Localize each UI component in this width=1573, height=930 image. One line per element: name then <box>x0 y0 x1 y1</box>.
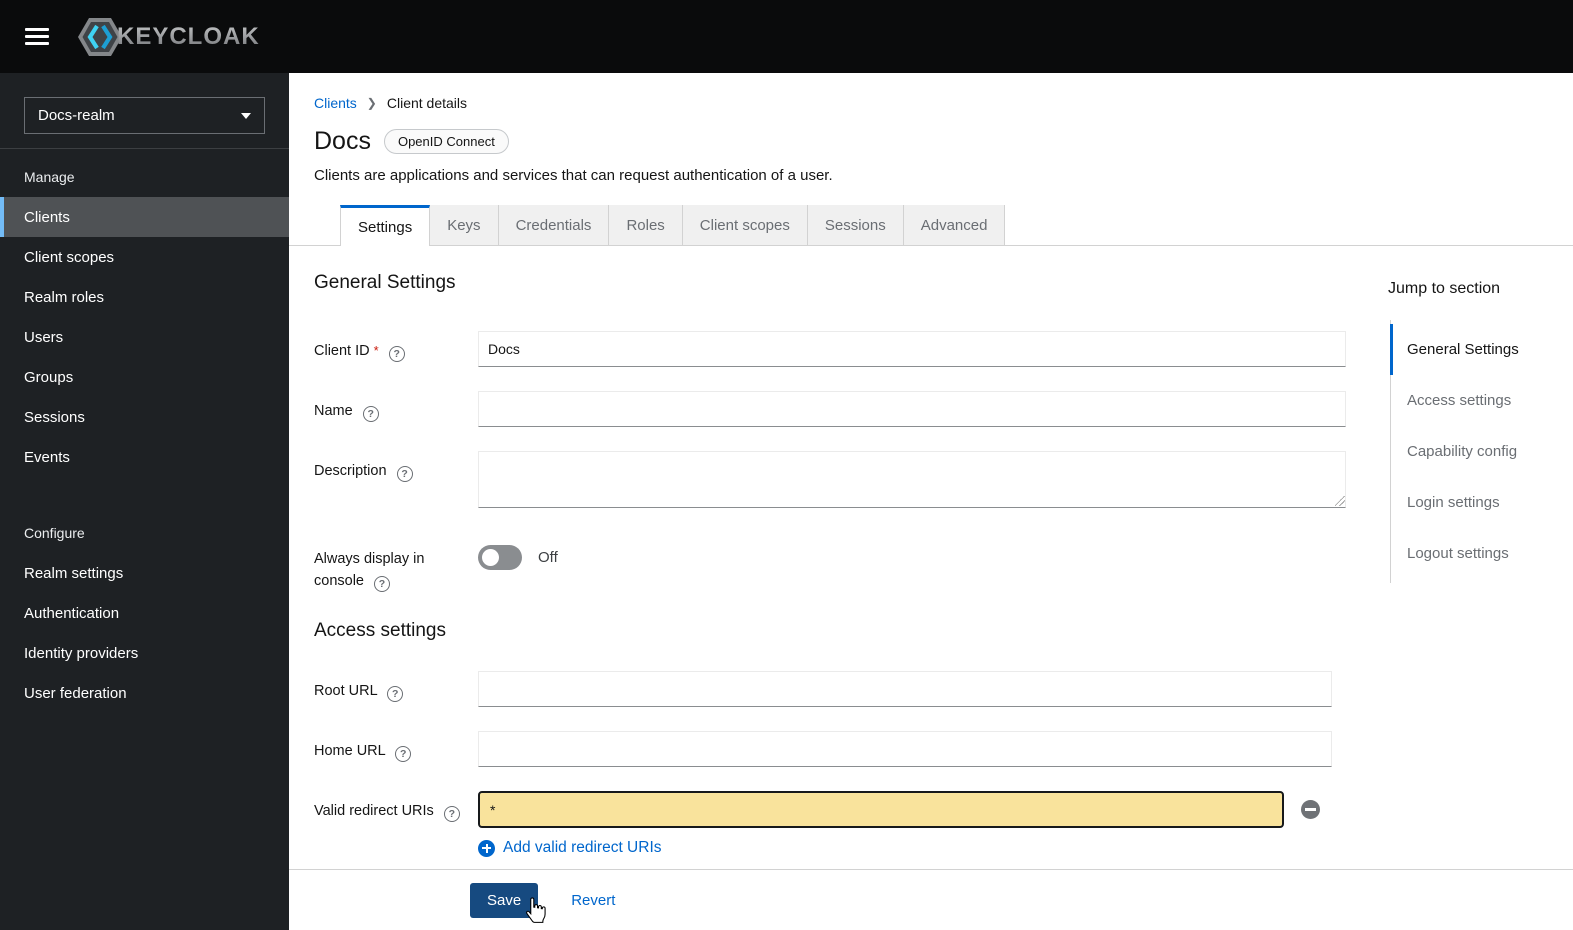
always-display-row: Always display in console ? Off <box>314 539 1354 592</box>
jump-item-logout-settings[interactable]: Logout settings <box>1391 528 1548 579</box>
breadcrumb-current: Client details <box>386 95 468 111</box>
breadcrumb-separator-icon: ❯ <box>366 96 377 110</box>
client-id-label: Client ID * ? <box>314 331 478 367</box>
sidebar-item-groups[interactable]: Groups <box>0 357 289 397</box>
sidebar-item-identity-providers[interactable]: Identity providers <box>0 633 289 673</box>
sidebar-item-client-scopes[interactable]: Client scopes <box>0 237 289 277</box>
tab-sessions[interactable]: Sessions <box>807 205 904 246</box>
brand-text: KEYCLOAK <box>117 22 260 50</box>
nav-section-configure: Configure <box>24 525 85 541</box>
remove-redirect-uri-icon[interactable] <box>1301 800 1320 819</box>
jump-item-general-settings[interactable]: General Settings <box>1390 324 1548 375</box>
home-url-row: Home URL ? <box>314 731 1354 767</box>
tab-bar-left-fill <box>289 205 340 246</box>
name-row: Name ? <box>314 391 1354 427</box>
sidebar-item-realm-roles[interactable]: Realm roles <box>0 277 289 317</box>
tab-bar-right-fill <box>1005 205 1573 246</box>
add-redirect-uri-label: Add valid redirect URIs <box>503 839 662 856</box>
add-redirect-uri-button[interactable]: Add valid redirect URIs <box>478 839 1354 857</box>
page-subtitle: Clients are applications and services th… <box>314 167 833 184</box>
always-display-toggle[interactable] <box>478 544 522 570</box>
nav-section-manage: Manage <box>24 169 75 185</box>
valid-redirect-input[interactable] <box>478 791 1284 828</box>
form-action-bar: Save Revert <box>289 869 1573 930</box>
name-input[interactable] <box>478 391 1346 427</box>
home-url-help-icon[interactable]: ? <box>395 746 412 762</box>
description-row: Description ? <box>314 451 1354 513</box>
toggle-knob <box>482 548 499 566</box>
required-asterisk: * <box>373 343 379 358</box>
sidebar-item-sessions[interactable]: Sessions <box>0 397 289 437</box>
revert-link[interactable]: Revert <box>571 892 615 909</box>
sidebar-item-events[interactable]: Events <box>0 437 289 477</box>
jump-nav-title: Jump to section <box>1388 280 1501 297</box>
tab-settings[interactable]: Settings <box>340 205 431 246</box>
plus-circle-icon <box>478 839 495 857</box>
settings-form: General Settings Client ID* ? Name ? Des… <box>314 272 1354 881</box>
valid-redirect-row: Valid redirect URIs ? Add valid redirect… <box>314 791 1354 857</box>
name-help-icon[interactable]: ? <box>362 406 379 422</box>
tab-advanced[interactable]: Advanced <box>903 205 1006 246</box>
tab-keys[interactable]: Keys <box>430 205 499 246</box>
root-url-label: Root URL ? <box>314 671 478 707</box>
home-url-label: Home URL ? <box>314 731 478 767</box>
name-label: Name ? <box>314 391 478 427</box>
valid-redirect-label: Valid redirect URIs ? <box>314 791 478 857</box>
client-id-row: Client ID * ? <box>314 331 1354 367</box>
tab-credentials[interactable]: Credentials <box>498 205 610 246</box>
realm-selector[interactable]: Docs-realm <box>24 97 265 134</box>
jump-item-capability-config[interactable]: Capability config <box>1391 426 1548 477</box>
breadcrumb: Clients ❯ Client details <box>289 73 1573 111</box>
client-id-help-icon[interactable]: ? <box>388 346 405 362</box>
realm-selector-value: Docs-realm <box>38 107 115 124</box>
tab-roles[interactable]: Roles <box>609 205 683 246</box>
general-settings-heading: General Settings <box>314 272 456 293</box>
home-url-input[interactable] <box>478 731 1332 767</box>
root-url-row: Root URL ? <box>314 671 1354 707</box>
always-display-label: Always display in console ? <box>314 551 425 592</box>
root-url-input[interactable] <box>478 671 1332 707</box>
chevron-down-icon <box>241 112 251 119</box>
top-bar: KEYCLOAK <box>0 0 1573 73</box>
sidebar-item-clients[interactable]: Clients <box>0 197 289 237</box>
always-display-help-icon[interactable]: ? <box>374 576 391 592</box>
keycloak-logo: KEYCLOAK <box>77 17 260 57</box>
page-title: Docs <box>314 127 371 155</box>
description-textarea[interactable] <box>478 451 1346 508</box>
jump-to-section-nav: Jump to section General Settings Access … <box>1388 280 1548 583</box>
hamburger-menu-icon[interactable] <box>25 28 49 45</box>
save-button[interactable]: Save <box>470 882 539 918</box>
root-url-help-icon[interactable]: ? <box>387 686 404 702</box>
jump-item-login-settings[interactable]: Login settings <box>1391 477 1548 528</box>
breadcrumb-clients-link[interactable]: Clients <box>314 95 357 111</box>
access-settings-heading: Access settings <box>314 620 446 641</box>
page-header: Docs OpenID Connect Clients are applicat… <box>289 127 1573 184</box>
sidebar-item-realm-settings[interactable]: Realm settings <box>0 553 289 593</box>
tab-client-scopes[interactable]: Client scopes <box>682 205 808 246</box>
client-id-input[interactable] <box>478 331 1346 367</box>
sidebar-item-users[interactable]: Users <box>0 317 289 357</box>
description-label: Description ? <box>314 451 478 513</box>
jump-item-access-settings[interactable]: Access settings <box>1391 375 1548 426</box>
sidebar-item-authentication[interactable]: Authentication <box>0 593 289 633</box>
tab-bar: Settings Keys Credentials Roles Client s… <box>289 205 1573 246</box>
sidebar-item-user-federation[interactable]: User federation <box>0 673 289 713</box>
valid-redirect-help-icon[interactable]: ? <box>443 806 460 822</box>
toggle-state-label: Off <box>538 548 558 566</box>
description-help-icon[interactable]: ? <box>396 466 413 482</box>
sidebar: Docs-realm Manage Clients Client scopes … <box>0 73 289 930</box>
protocol-badge: OpenID Connect <box>383 129 509 154</box>
